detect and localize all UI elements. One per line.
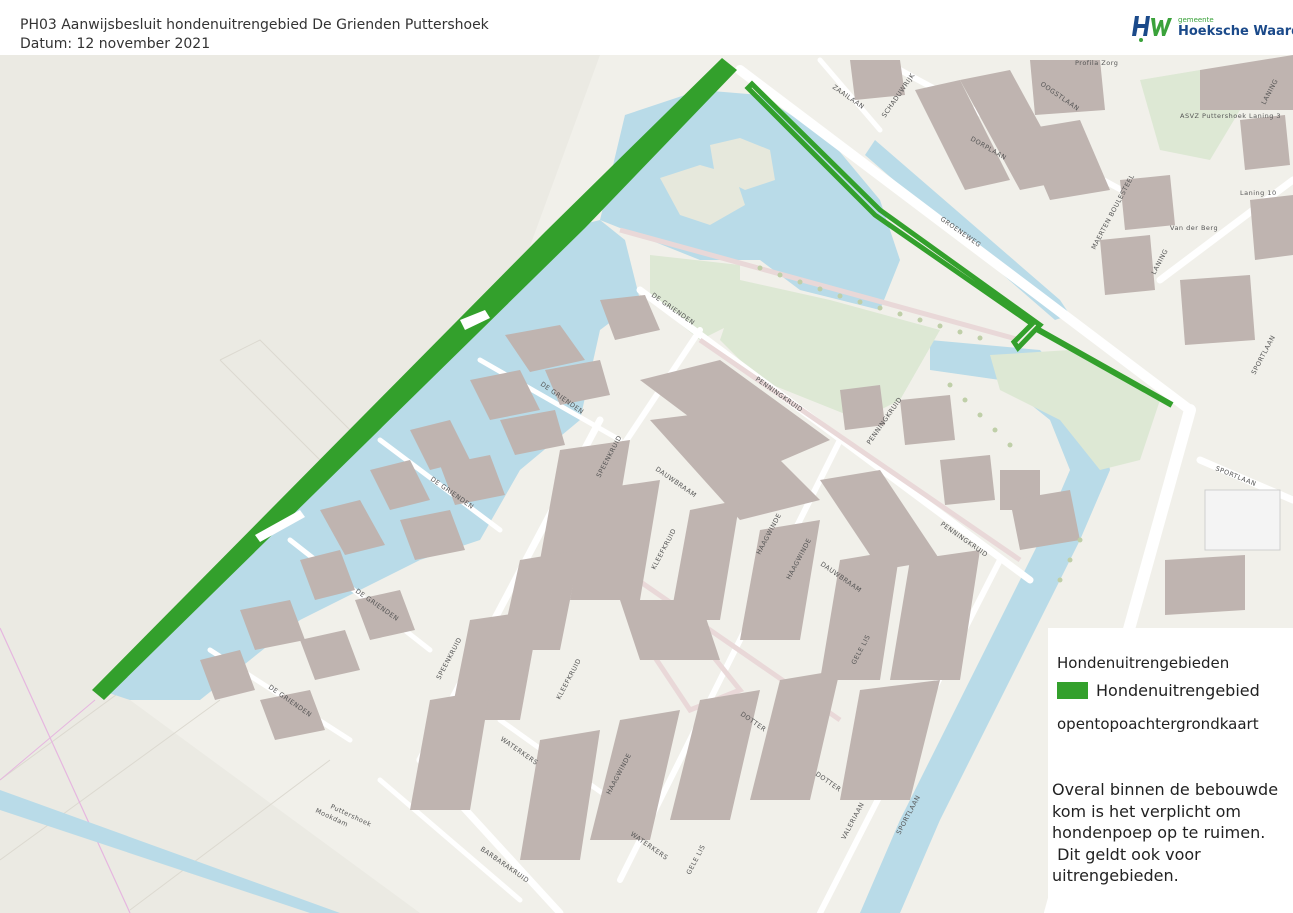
legend-note-line: Dit geldt ook voor [1052,844,1201,864]
poi-label: ASVZ Puttershoek Laning 3 [1180,112,1281,120]
legend-basemap: opentopoachtergrondkaart [1057,715,1259,733]
poi-label: Van der Berg [1170,224,1218,232]
legend-note: Overal binnen de bebouwde kom is het ver… [1052,779,1292,887]
logo-name: Hoeksche Waard [1178,24,1293,39]
map-header: PH03 Aanwijsbesluit hondenuitrengebied D… [0,0,1293,55]
map-date: Datum: 12 november 2021 [20,36,211,52]
sports-field [1204,489,1281,551]
legend-item-label: Hondenuitrengebied [1096,681,1260,700]
logo-small-text: gemeente [1178,16,1214,24]
hw-logo-icon [1132,16,1172,42]
map-title-block: PH03 Aanwijsbesluit hondenuitrengebied D… [20,16,489,54]
legend-note-line: kom is het verplicht om [1052,801,1241,821]
map-title: PH03 Aanwijsbesluit hondenuitrengebied D… [20,17,489,33]
legend-note-line: hondenpoep op te ruimen. [1052,823,1266,842]
legend-swatch [1057,682,1088,699]
legend-title: Hondenuitrengebieden [1057,654,1230,672]
map-legend: Hondenuitrengebieden Hondenuitrengebied … [1048,628,1293,913]
legend-note-line: uitrengebieden. [1052,866,1179,885]
legend-note-line: Overal binnen de bebouwde [1052,780,1279,799]
poi-label: Laning 10 [1240,189,1277,197]
municipality-logo: gemeente Hoeksche Waard [1132,12,1293,46]
poi-label: Profila Zorg [1075,59,1118,67]
